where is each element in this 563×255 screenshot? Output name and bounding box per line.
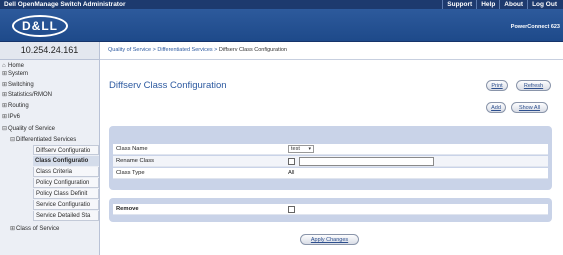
breadcrumb: Quality of Service > Differentiated Serv… xyxy=(108,47,287,53)
product-name: PowerConnect 623 xyxy=(510,24,560,30)
remove-row: Remove xyxy=(113,204,548,215)
chevron-down-icon: ▾ xyxy=(308,146,311,152)
nav-item-routing[interactable]: ⊞Routing xyxy=(2,101,29,111)
help-link[interactable]: Help xyxy=(476,0,499,9)
class-type-value: All xyxy=(288,170,295,176)
rename-class-label: Rename Class xyxy=(116,158,155,164)
class-name-row: Class Name test ▾ xyxy=(113,144,548,155)
app-title: Dell OpenManage Switch Administrator xyxy=(4,1,126,8)
show-all-button[interactable]: Show All xyxy=(511,102,548,113)
page-title: Diffserv Class Configuration xyxy=(109,80,227,91)
refresh-button[interactable]: Refresh xyxy=(516,80,551,91)
remove-label: Remove xyxy=(116,206,139,212)
breadcrumb-current: Diffserv Class Configuration xyxy=(218,47,287,53)
nav-item-ipv6[interactable]: ⊞IPv6 xyxy=(2,112,20,122)
nav-item-statistics[interactable]: ⊞Statistics/RMON xyxy=(2,90,52,100)
nav-item-policy-configuration[interactable]: Policy Configuration xyxy=(33,178,99,188)
breadcrumb-separator: > xyxy=(152,47,156,53)
nav-item-class-of-service[interactable]: ⊞Class of Service xyxy=(10,224,59,234)
logout-link[interactable]: Log Out xyxy=(527,0,561,9)
banner: D&LL PowerConnect 623 xyxy=(0,9,563,42)
switch-ip-address: 10.254.24.161 xyxy=(0,42,100,60)
breadcrumb-bar: Quality of Service > Differentiated Serv… xyxy=(100,42,563,60)
nav-item-qos[interactable]: ⊟Quality of Service xyxy=(2,124,55,134)
nav-item-service-detailed-statistics[interactable]: Service Detailed Sta xyxy=(33,211,99,221)
rename-class-checkbox[interactable] xyxy=(288,158,295,165)
class-name-select[interactable]: test ▾ xyxy=(288,145,314,153)
top-links: Support Help About Log Out xyxy=(442,0,561,9)
remove-checkbox[interactable] xyxy=(288,206,295,213)
support-link[interactable]: Support xyxy=(442,0,476,9)
nav-item-class-configuration[interactable]: Class Configuratio xyxy=(33,156,99,166)
about-link[interactable]: About xyxy=(499,0,527,9)
nav-tree: ⌂ Home ⊞System ⊞Switching ⊞Statistics/RMO… xyxy=(0,60,100,255)
print-button[interactable]: Print xyxy=(486,80,508,91)
nav-item-service-configuration[interactable]: Service Configuratio xyxy=(33,200,99,210)
breadcrumb-separator: > xyxy=(214,47,218,53)
nav-item-switching[interactable]: ⊞Switching xyxy=(2,80,34,90)
nav-item-diffserv[interactable]: ⊟Differentiated Services xyxy=(10,135,76,145)
breadcrumb-qos[interactable]: Quality of Service xyxy=(108,47,151,53)
rename-class-input[interactable] xyxy=(299,157,434,166)
apply-changes-button[interactable]: Apply Changes xyxy=(300,234,359,245)
add-button[interactable]: Add xyxy=(486,102,506,113)
class-name-label: Class Name xyxy=(116,146,148,152)
breadcrumb-diffserv[interactable]: Differentiated Services xyxy=(157,47,212,53)
remove-panel: Remove xyxy=(109,198,552,222)
nav-item-class-criteria[interactable]: Class Criteria xyxy=(33,167,99,177)
class-config-panel: Class Name test ▾ Rename Class Class Typ… xyxy=(109,126,552,190)
class-type-label: Class Type xyxy=(116,170,145,176)
class-type-row: Class Type All xyxy=(113,168,548,179)
rename-class-row: Rename Class xyxy=(113,156,548,167)
nav-item-diffserv-configuration[interactable]: Diffserv Configuratio xyxy=(33,145,99,155)
nav-item-policy-class-definition[interactable]: Policy Class Definit xyxy=(33,189,99,199)
top-bar: Dell OpenManage Switch Administrator Sup… xyxy=(0,0,563,9)
nav-item-system[interactable]: ⊞System xyxy=(2,69,28,79)
dell-logo: D&LL xyxy=(12,15,68,37)
